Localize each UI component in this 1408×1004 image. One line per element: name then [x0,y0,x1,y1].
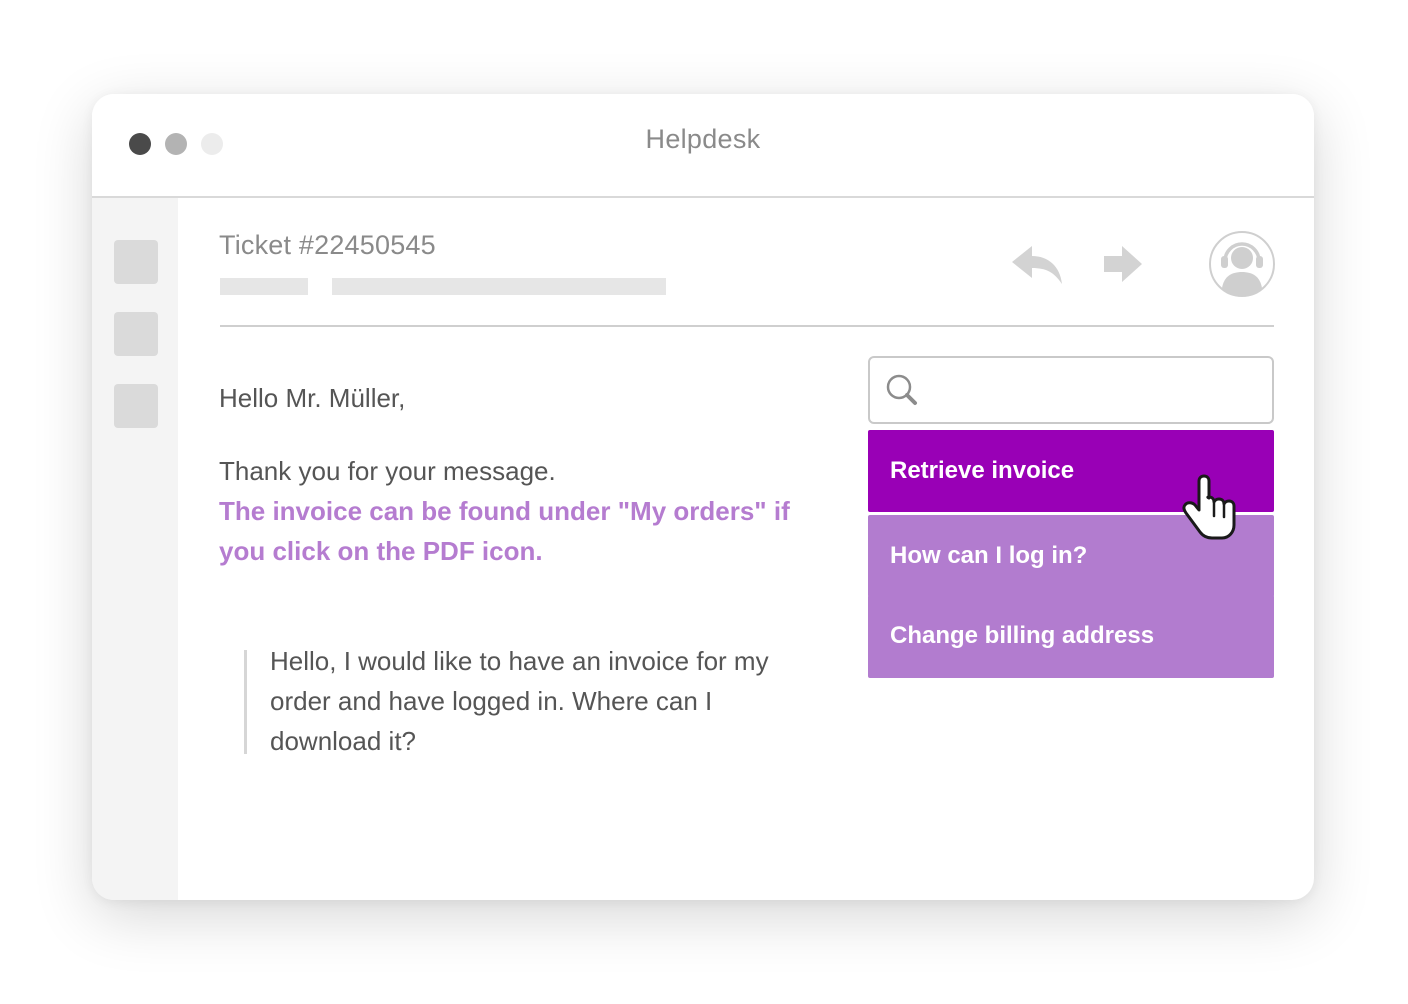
suggestion-change-billing-address[interactable]: Change billing address [868,595,1274,678]
ticket-meta-placeholder [220,278,308,295]
reply-icon[interactable] [1010,242,1066,288]
quote-bar [244,650,247,754]
title-bar: Helpdesk [92,94,1314,198]
quoted-customer-message: Hello, I would like to have an invoice f… [270,646,769,756]
hand-pointer-icon [1182,474,1236,540]
support-agent-avatar-icon[interactable] [1208,230,1276,298]
search-icon [886,374,917,405]
message-greeting: Hello Mr. Müller, [219,383,406,413]
app-window: Helpdesk Ticket #22450545 Hello Mr. Müll… [92,94,1314,900]
forward-icon[interactable] [1102,244,1144,284]
sidebar-button-3[interactable] [114,384,158,428]
app-title: Helpdesk [645,124,761,154]
sidebar-button-2[interactable] [114,312,158,356]
ticket-subject-placeholder [332,278,666,295]
search-input[interactable] [932,368,1262,412]
header-divider [220,325,1274,327]
search-box[interactable] [868,356,1274,424]
ticket-title: Ticket #22450545 [219,230,436,260]
sidebar-button-1[interactable] [114,240,158,284]
sidebar [92,198,178,900]
message-suggested-answer: The invoice can be found under "My order… [219,496,790,566]
message-thanks: Thank you for your message. [219,456,556,486]
